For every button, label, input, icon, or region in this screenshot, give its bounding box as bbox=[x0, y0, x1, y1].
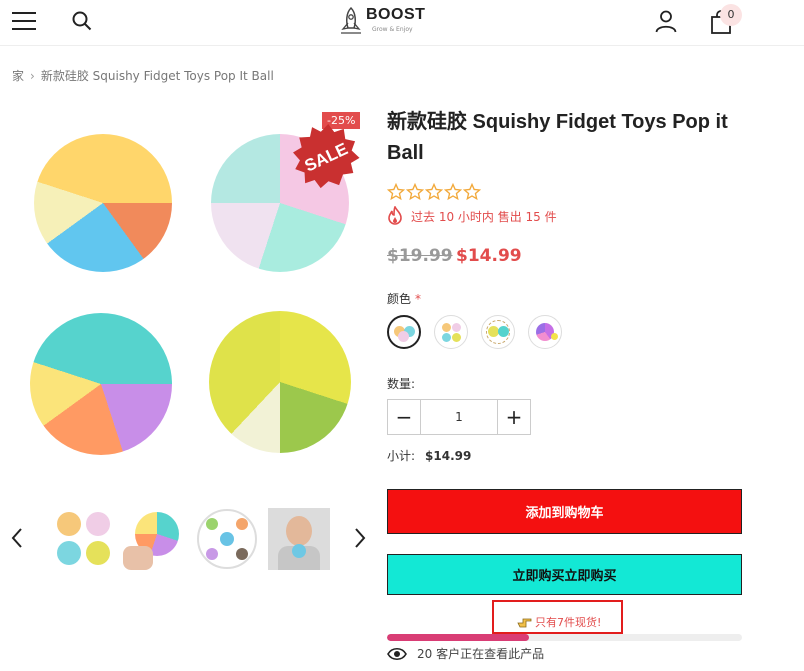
product-ball-image bbox=[30, 313, 172, 455]
menu-icon[interactable] bbox=[12, 12, 36, 30]
sold-indicator: 过去 10 小时内 售出 15 件 bbox=[387, 206, 557, 226]
eye-icon bbox=[387, 647, 407, 660]
price-original: $19.99 bbox=[387, 246, 453, 266]
color-label: 颜色 * bbox=[387, 292, 422, 306]
sold-text: 过去 10 小时内 售出 15 件 bbox=[411, 209, 557, 224]
chevron-right-icon[interactable] bbox=[353, 527, 367, 549]
product-title: 新款硅胶 Squishy Fidget Toys Pop it Ball bbox=[387, 111, 728, 164]
sale-badge: SALE bbox=[293, 123, 360, 189]
stock-text: 只有7件现货! bbox=[535, 616, 602, 629]
rating-stars[interactable] bbox=[387, 183, 481, 201]
color-swatch-1[interactable] bbox=[387, 315, 421, 349]
breadcrumb-home[interactable]: 家 bbox=[12, 69, 24, 83]
price-sale: $14.99 bbox=[456, 246, 522, 266]
cart-count-badge[interactable]: 0 bbox=[720, 4, 742, 26]
subtotal-label: 小计: bbox=[387, 449, 416, 463]
viewers-text: 20 客户正在查看此产品 bbox=[417, 647, 545, 661]
breadcrumb: 家 › 新款硅胶 Squishy Fidget Toys Pop It Ball bbox=[12, 67, 274, 84]
star-icon[interactable] bbox=[444, 183, 462, 201]
product-ball-image bbox=[209, 311, 351, 453]
quantity-stepper: − + bbox=[387, 399, 531, 435]
flame-icon bbox=[388, 206, 402, 225]
search-icon[interactable] bbox=[72, 11, 92, 31]
color-swatch-2[interactable] bbox=[434, 315, 468, 349]
add-to-cart-button[interactable]: 添加到购物车 bbox=[387, 489, 742, 534]
thumbnail-2[interactable] bbox=[123, 508, 185, 570]
stock-notice: 只有7件现货! bbox=[517, 614, 601, 630]
thumbnail-1[interactable] bbox=[53, 508, 115, 570]
chevron-left-icon[interactable] bbox=[10, 527, 24, 549]
subtotal-value: $14.99 bbox=[425, 449, 472, 463]
quantity-input[interactable] bbox=[420, 400, 498, 434]
color-swatch-4[interactable] bbox=[528, 315, 562, 349]
thumbnail-3[interactable] bbox=[196, 508, 258, 570]
chevron-right-icon: › bbox=[30, 69, 35, 83]
star-icon[interactable] bbox=[387, 183, 405, 201]
subtotal: 小计: $14.99 bbox=[387, 447, 471, 464]
breadcrumb-current: 新款硅胶 Squishy Fidget Toys Pop It Ball bbox=[40, 69, 274, 83]
color-swatch-3[interactable] bbox=[481, 315, 515, 349]
product-ball-image bbox=[34, 134, 172, 272]
rocket-logo-icon bbox=[341, 6, 361, 34]
star-icon[interactable] bbox=[406, 183, 424, 201]
quantity-increase-button[interactable]: + bbox=[498, 400, 530, 434]
quantity-label: 数量: bbox=[387, 377, 416, 391]
logo-tagline: Grow & Enjoy bbox=[372, 26, 413, 33]
buy-now-button[interactable]: 立即购买立即购买 bbox=[387, 554, 742, 595]
thumbnail-4[interactable] bbox=[268, 508, 330, 570]
site-header: BOOST Grow & Enjoy 0 bbox=[0, 0, 804, 46]
stock-progress-fill bbox=[387, 634, 529, 641]
logo[interactable]: BOOST Grow & Enjoy bbox=[339, 6, 425, 36]
star-icon[interactable] bbox=[463, 183, 481, 201]
pointing-hand-icon bbox=[517, 618, 532, 628]
user-icon[interactable] bbox=[654, 9, 678, 33]
required-marker: * bbox=[415, 292, 422, 306]
star-icon[interactable] bbox=[425, 183, 443, 201]
stock-progress-bar bbox=[387, 634, 742, 641]
viewers-notice: 20 客户正在查看此产品 bbox=[387, 645, 544, 662]
logo-text: BOOST bbox=[366, 6, 426, 23]
quantity-decrease-button[interactable]: − bbox=[388, 400, 420, 434]
